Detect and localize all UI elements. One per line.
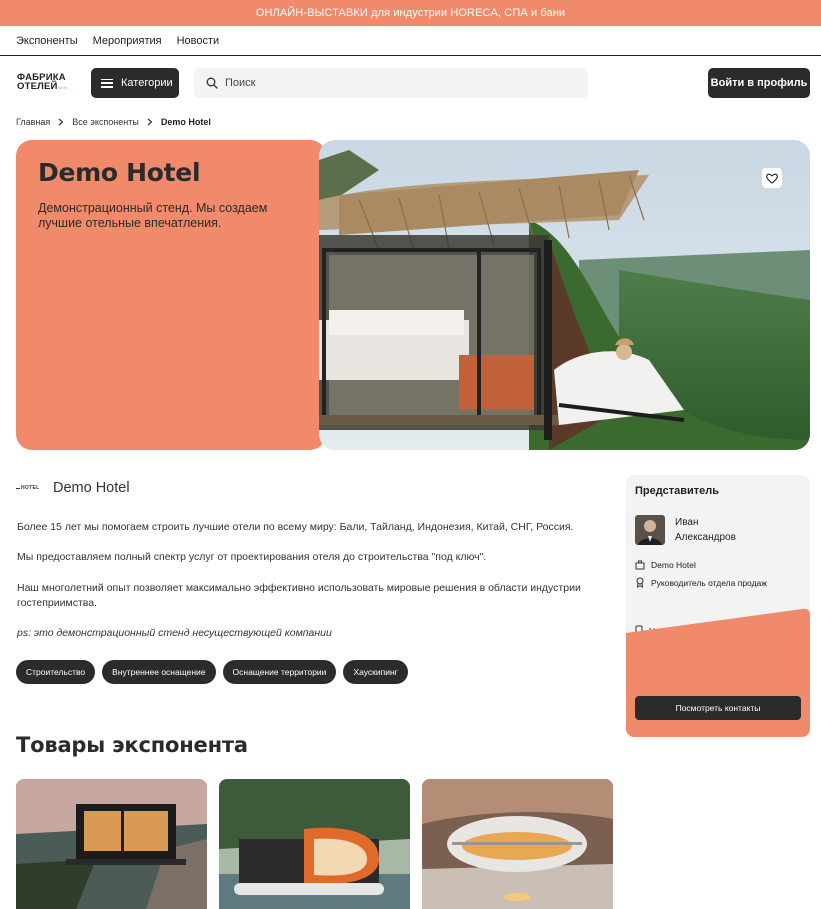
categories-button[interactable]: Категории [91,68,179,98]
categories-label: Категории [121,77,173,89]
banner-text[interactable]: ОНЛАЙН-ВЫСТАВКИ для индустрии HORECA, СП… [256,7,565,19]
company-name: Demo Hotel [53,480,130,496]
nav-item-news[interactable]: Новости [177,35,220,47]
product-image [422,779,613,909]
representative-position-row: Руководитель отдела продаж [635,577,767,588]
product-image [219,779,410,909]
goods-section-title: Товары экспонента [16,733,248,757]
hero-description: Демонстрационный стенд. Мы создаем лучши… [38,201,268,230]
login-button[interactable]: Войти в профиль [708,68,810,98]
representative-card: Представитель Иван Александров Demo Hote… [626,475,810,737]
representative-position: Руководитель отдела продаж [651,577,767,588]
nav-item-events[interactable]: Мероприятия [93,35,162,47]
top-banner[interactable]: ОНЛАЙН-ВЫСТАВКИ для индустрии HORECA, СП… [0,0,821,26]
chevron-right-icon [58,118,64,126]
tag-interior-equipment[interactable]: Внутреннее оснащение [102,660,216,684]
company-paragraph: Мы предоставляем полный спектр услуг от … [17,551,487,563]
badge-icon [636,577,644,588]
view-contacts-button[interactable]: Посмотреть контакты [635,696,801,720]
search-bar[interactable] [194,68,588,98]
company-ps-note: ps: это демонстрационный стенд несуществ… [17,627,332,639]
breadcrumb-current: Demo Hotel [160,117,211,127]
page-title: Demo Hotel [38,158,201,187]
product-card[interactable] [16,779,207,909]
chevron-right-icon [147,118,153,126]
top-nav: Экспоненты Мероприятия Новости [0,26,821,56]
company-paragraph: Наш многолетний опыт позволяет максималь… [17,582,581,609]
tag-housekeeping[interactable]: Хаускипинг [343,660,408,684]
search-icon [206,77,218,89]
breadcrumb-home[interactable]: Главная [16,117,50,127]
burger-icon [101,78,113,88]
breadcrumb-exhibitors[interactable]: Все экспоненты [72,117,139,127]
product-card[interactable] [219,779,410,909]
avatar [635,515,665,545]
main-header: ФАБРИКА ОТЕЛЕЙhotel Категории Войти в пр… [0,56,821,108]
representative-company: Demo Hotel [651,560,696,570]
search-input[interactable] [225,77,565,89]
company-header: HOTEL Demo Hotel [16,480,130,496]
tag-construction[interactable]: Строительство [16,660,96,684]
hero-image [319,140,810,450]
nav-item-exhibitors[interactable]: Экспоненты [16,35,78,47]
site-logo[interactable]: ФАБРИКА ОТЕЛЕЙhotel [17,73,77,93]
product-card[interactable] [422,779,613,909]
tag-list: Строительство Внутреннее оснащение Оснащ… [16,660,408,684]
tag-territory-equipment[interactable]: Оснащение территории [222,660,337,684]
representative-name: Иван Александров [675,515,775,545]
representative-title: Представитель [635,485,719,497]
logo-line-2: ОТЕЛЕЙ [17,81,58,92]
representative-first-name: Иван [675,517,699,528]
logo-tagline: hotel [57,85,68,90]
representative-last-name: Александров [675,532,736,543]
company-logo-text: HOTEL [21,485,40,491]
breadcrumb: Главная Все экспоненты Demo Hotel [16,115,211,129]
company-paragraph: Более 15 лет мы помогаем строить лучшие … [17,521,574,533]
cliff-hotel-photo [319,140,810,450]
company-logo: HOTEL [16,483,43,493]
favorite-button[interactable] [762,168,782,188]
building-icon [635,560,645,570]
product-image [16,779,207,909]
representative-company-row: Demo Hotel [635,560,696,570]
hero-info-card: Demo Hotel Демонстрационный стенд. Мы со… [16,140,326,450]
heart-icon [766,173,778,184]
